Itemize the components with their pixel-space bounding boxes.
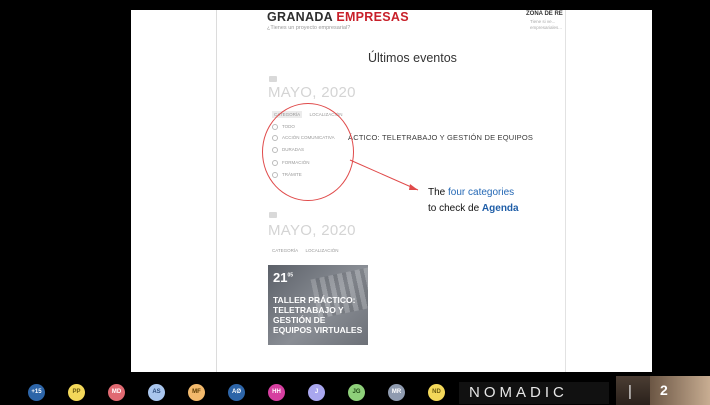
participant-avatar[interactable]: PP <box>68 384 85 401</box>
participant-avatar[interactable]: ND <box>428 384 445 401</box>
event-card[interactable]: 2105 TALLER PRÁCTICO: TELETRABAJO Y GEST… <box>268 265 368 345</box>
annotation-text: The four categories to check de Agenda <box>428 187 519 214</box>
event-filters: CATEGORÍA LOCALIZACIÓN <box>272 248 344 253</box>
participant-avatar[interactable]: MR <box>388 384 405 401</box>
filter-category[interactable]: CATEGORÍA <box>272 248 298 253</box>
participant-avatar[interactable]: HH <box>268 384 285 401</box>
participant-avatar[interactable]: +15 <box>28 384 45 401</box>
annotation-highlight: four categories <box>448 187 515 198</box>
participant-avatar[interactable]: MD <box>108 384 125 401</box>
separator: | <box>628 383 632 400</box>
participant-avatar[interactable]: JG <box>348 384 365 401</box>
participant-avatar[interactable]: MF <box>188 384 205 401</box>
month-heading: MAYO, 2020 <box>268 222 356 239</box>
participant-avatar[interactable]: AØ <box>228 384 245 401</box>
nomadic-logo: NOMADIC <box>459 382 609 404</box>
camera-thumbnail <box>616 376 650 405</box>
annotation-agenda: Agenda <box>481 203 519 214</box>
video-frame: GRANADA EMPRESAS ¿Tienes un proyecto emp… <box>0 0 710 405</box>
card-date: 2105 <box>273 270 294 285</box>
participant-avatar[interactable]: J <box>308 384 325 401</box>
card-title: TALLER PRÁCTICO: TELETRABAJO Y GESTIÓN D… <box>273 295 363 335</box>
filter-location[interactable]: LOCALIZACIÓN <box>305 248 338 253</box>
participant-avatar[interactable]: AS <box>148 384 165 401</box>
calendar-icon <box>269 212 277 218</box>
page-number: 2 <box>650 376 710 405</box>
